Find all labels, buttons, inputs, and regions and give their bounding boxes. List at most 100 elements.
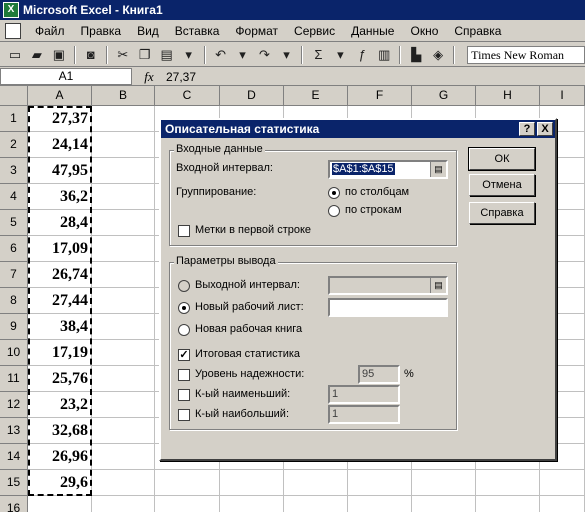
cell[interactable] (92, 288, 155, 314)
copy-icon[interactable]: ❐ (134, 45, 156, 65)
row-header[interactable]: 9 (0, 314, 28, 340)
cell[interactable] (92, 236, 155, 262)
row-header[interactable]: 6 (0, 236, 28, 262)
new-document-icon[interactable]: ▭ (4, 45, 26, 65)
cell[interactable] (92, 340, 155, 366)
cell-a[interactable]: 27,37 (28, 106, 92, 132)
kth-largest-label[interactable]: К-ый наибольший: (195, 408, 289, 420)
column-header-f[interactable]: F (348, 86, 412, 106)
menu-help[interactable]: Справка (446, 24, 509, 38)
open-folder-icon[interactable]: ▰ (26, 45, 48, 65)
new-sheet-label[interactable]: Новый рабочий лист: (195, 301, 304, 313)
formula-input[interactable]: 27,37 (166, 70, 196, 84)
help-button[interactable]: Справка (469, 202, 535, 224)
cell-a[interactable]: 24,14 (28, 132, 92, 158)
kth-largest-field[interactable]: 1 (328, 405, 400, 424)
output-range-radio[interactable] (178, 280, 190, 292)
cut-icon[interactable]: ✂ (112, 45, 134, 65)
select-all-corner[interactable] (0, 86, 28, 106)
redo-icon[interactable]: ↷ (254, 45, 276, 65)
cell-a[interactable]: 23,2 (28, 392, 92, 418)
row-header[interactable]: 10 (0, 340, 28, 366)
cell-a[interactable]: 32,68 (28, 418, 92, 444)
menu-view[interactable]: Вид (129, 24, 167, 38)
new-workbook-radio[interactable] (178, 324, 190, 336)
menu-insert[interactable]: Вставка (167, 24, 228, 38)
row-header[interactable]: 15 (0, 470, 28, 496)
kth-smallest-label[interactable]: К-ый наименьший: (195, 388, 290, 400)
summary-statistics-checkbox[interactable]: ✓ (178, 349, 190, 361)
row-header[interactable]: 4 (0, 184, 28, 210)
cell-a[interactable]: 28,4 (28, 210, 92, 236)
by-columns-label[interactable]: по столбцам (345, 186, 409, 198)
cell-a[interactable]: 25,76 (28, 366, 92, 392)
kth-largest-checkbox[interactable] (178, 409, 190, 421)
cell[interactable] (92, 158, 155, 184)
row-header[interactable]: 3 (0, 158, 28, 184)
dropdown-arrow-icon[interactable]: ▾ (232, 45, 254, 65)
cell[interactable] (348, 496, 412, 512)
confidence-level-label[interactable]: Уровень надежности: (195, 368, 304, 380)
row-header[interactable]: 8 (0, 288, 28, 314)
row-header[interactable]: 7 (0, 262, 28, 288)
column-header-g[interactable]: G (412, 86, 476, 106)
row-header[interactable]: 12 (0, 392, 28, 418)
cell[interactable] (284, 470, 348, 496)
workbook-icon[interactable] (5, 22, 21, 39)
cell[interactable] (92, 366, 155, 392)
column-header-c[interactable]: C (155, 86, 220, 106)
assistant-icon[interactable]: ◈ (427, 45, 449, 65)
cell[interactable] (92, 314, 155, 340)
fx-icon[interactable]: fx (132, 69, 166, 85)
row-header[interactable]: 14 (0, 444, 28, 470)
cell-a[interactable]: 29,6 (28, 470, 92, 496)
row-header[interactable]: 5 (0, 210, 28, 236)
cell[interactable] (92, 210, 155, 236)
cell[interactable] (92, 496, 155, 512)
new-sheet-name-field[interactable] (328, 298, 448, 317)
cell-a[interactable]: 17,19 (28, 340, 92, 366)
row-header[interactable]: 11 (0, 366, 28, 392)
print-preview-icon[interactable]: ◙ (80, 45, 102, 65)
cell-a[interactable]: 26,74 (28, 262, 92, 288)
cell[interactable] (155, 496, 220, 512)
cell[interactable] (92, 106, 155, 132)
collapse-dialog-icon[interactable]: ▤ (430, 278, 446, 293)
menu-tools[interactable]: Сервис (286, 24, 343, 38)
cell-a[interactable]: 17,09 (28, 236, 92, 262)
name-box[interactable]: A1 (0, 68, 132, 85)
kth-smallest-checkbox[interactable] (178, 389, 190, 401)
cell[interactable] (155, 470, 220, 496)
chart-wizard-icon[interactable]: ▥ (373, 45, 395, 65)
menu-window[interactable]: Окно (402, 24, 446, 38)
paste-icon[interactable]: ▤ (156, 45, 178, 65)
collapse-dialog-icon[interactable]: ▤ (430, 162, 446, 177)
kth-smallest-field[interactable]: 1 (328, 385, 400, 404)
cell[interactable] (412, 496, 476, 512)
cancel-button[interactable]: Отмена (469, 174, 535, 196)
menu-data[interactable]: Данные (343, 24, 402, 38)
column-header-h[interactable]: H (476, 86, 540, 106)
by-columns-radio[interactable] (328, 187, 340, 199)
cell-a[interactable]: 36,2 (28, 184, 92, 210)
cell-a[interactable]: 38,4 (28, 314, 92, 340)
cell[interactable] (284, 496, 348, 512)
output-range-label[interactable]: Выходной интервал: (195, 279, 300, 291)
help-question-icon[interactable]: ? (519, 122, 535, 136)
cell[interactable] (92, 444, 155, 470)
column-header-b[interactable]: B (92, 86, 155, 106)
by-rows-label[interactable]: по строкам (345, 204, 402, 216)
cell-a[interactable]: 47,95 (28, 158, 92, 184)
cell-a[interactable]: 26,96 (28, 444, 92, 470)
column-header-d[interactable]: D (220, 86, 284, 106)
menu-format[interactable]: Формат (227, 24, 286, 38)
cell[interactable] (92, 262, 155, 288)
labels-first-row-label[interactable]: Метки в первой строке (195, 224, 311, 236)
row-header[interactable]: 13 (0, 418, 28, 444)
cell[interactable] (476, 470, 540, 496)
confidence-level-checkbox[interactable] (178, 369, 190, 381)
cell[interactable] (540, 470, 585, 496)
output-range-field[interactable]: ▤ (328, 276, 448, 295)
cell-a[interactable]: 27,44 (28, 288, 92, 314)
dropdown-arrow-icon[interactable]: ▾ (178, 45, 200, 65)
